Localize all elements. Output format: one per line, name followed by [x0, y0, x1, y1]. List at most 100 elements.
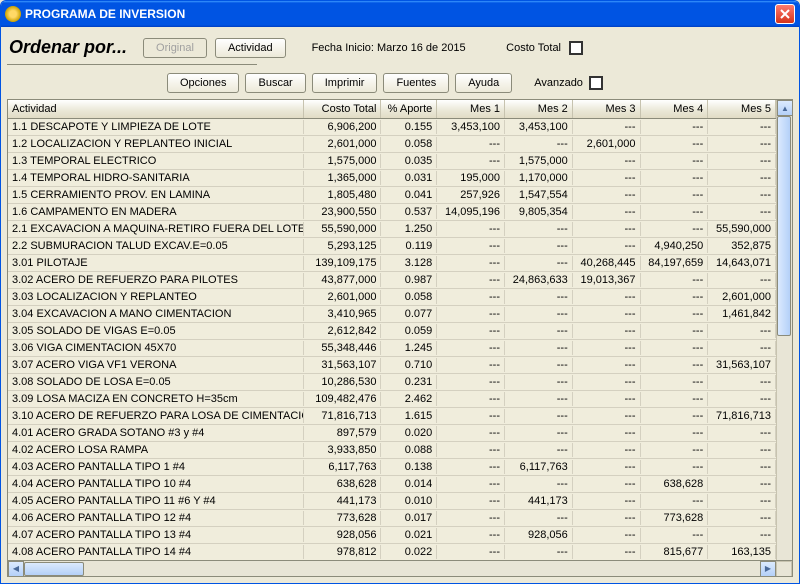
cell-m3[interactable]: --- [573, 307, 641, 321]
cell-ct[interactable]: 1,805,480 [304, 188, 382, 202]
cell-m2[interactable]: 928,056 [505, 528, 573, 542]
cell-m3[interactable]: --- [573, 171, 641, 185]
cell-a[interactable]: 4.06 ACERO PANTALLA TIPO 12 #4 [8, 511, 304, 525]
cell-m4[interactable]: 638,628 [641, 477, 709, 491]
cell-m4[interactable]: 815,677 [641, 545, 709, 559]
table-row[interactable]: 1.5 CERRAMIENTO PROV. EN LAMINA1,805,480… [8, 187, 776, 204]
ayuda-button[interactable]: Ayuda [455, 73, 512, 93]
cell-m1[interactable]: 195,000 [437, 171, 505, 185]
cell-a[interactable]: 3.06 VIGA CIMENTACION 45X70 [8, 341, 304, 355]
table-row[interactable]: 4.01 ACERO GRADA SOTANO #3 y #4897,5790.… [8, 425, 776, 442]
cell-ap[interactable]: 0.058 [381, 290, 437, 304]
cell-m1[interactable]: --- [437, 426, 505, 440]
cell-m1[interactable]: --- [437, 290, 505, 304]
cell-m1[interactable]: --- [437, 358, 505, 372]
cell-m3[interactable]: --- [573, 358, 641, 372]
cell-ct[interactable]: 55,590,000 [304, 222, 382, 236]
vertical-scrollbar[interactable]: ▲ [776, 100, 792, 560]
cell-m1[interactable]: --- [437, 409, 505, 423]
cell-m5[interactable]: --- [708, 511, 776, 525]
cell-m5[interactable]: 14,643,071 [708, 256, 776, 270]
table-row[interactable]: 3.01 PILOTAJE139,109,1753.128------40,26… [8, 255, 776, 272]
cell-m4[interactable]: --- [641, 426, 709, 440]
cell-m4[interactable]: 4,940,250 [641, 239, 709, 253]
cell-m3[interactable]: --- [573, 511, 641, 525]
cell-m4[interactable]: --- [641, 154, 709, 168]
cell-m5[interactable]: --- [708, 188, 776, 202]
cell-m1[interactable]: --- [437, 256, 505, 270]
cell-ct[interactable]: 31,563,107 [304, 358, 382, 372]
cell-m4[interactable]: --- [641, 409, 709, 423]
table-row[interactable]: 1.4 TEMPORAL HIDRO-SANITARIA1,365,0000.0… [8, 170, 776, 187]
cell-m2[interactable]: --- [505, 375, 573, 389]
cell-a[interactable]: 4.02 ACERO LOSA RAMPA [8, 443, 304, 457]
cell-m2[interactable]: --- [505, 290, 573, 304]
cell-ap[interactable]: 0.987 [381, 273, 437, 287]
cell-ap[interactable]: 0.022 [381, 545, 437, 559]
table-row[interactable]: 3.02 ACERO DE REFUERZO PARA PILOTES43,87… [8, 272, 776, 289]
cell-m5[interactable]: 352,875 [708, 239, 776, 253]
cell-m2[interactable]: --- [505, 324, 573, 338]
cell-m2[interactable]: --- [505, 341, 573, 355]
table-row[interactable]: 1.6 CAMPAMENTO EN MADERA23,900,5500.5371… [8, 204, 776, 221]
cell-m3[interactable]: --- [573, 477, 641, 491]
cell-ap[interactable]: 0.059 [381, 324, 437, 338]
cell-m3[interactable]: --- [573, 426, 641, 440]
cell-m3[interactable]: --- [573, 239, 641, 253]
cell-ap[interactable]: 1.615 [381, 409, 437, 423]
actividad-button[interactable]: Actividad [215, 38, 286, 58]
cell-m2[interactable]: --- [505, 443, 573, 457]
cell-m2[interactable]: --- [505, 256, 573, 270]
cell-ct[interactable]: 2,612,842 [304, 324, 382, 338]
cell-m1[interactable]: --- [437, 375, 505, 389]
cell-m5[interactable]: --- [708, 443, 776, 457]
cell-m4[interactable]: --- [641, 375, 709, 389]
vertical-scroll-thumb[interactable] [777, 116, 791, 336]
horizontal-scroll-thumb[interactable] [24, 562, 84, 576]
cell-m1[interactable]: --- [437, 494, 505, 508]
scroll-up-button[interactable]: ▲ [777, 100, 792, 116]
cell-a[interactable]: 1.6 CAMPAMENTO EN MADERA [8, 205, 304, 219]
cell-ct[interactable]: 5,293,125 [304, 239, 382, 253]
cell-m2[interactable]: --- [505, 392, 573, 406]
cell-m3[interactable]: --- [573, 120, 641, 134]
cell-m1[interactable]: --- [437, 273, 505, 287]
imprimir-button[interactable]: Imprimir [312, 73, 378, 93]
cell-m4[interactable]: 773,628 [641, 511, 709, 525]
cell-ct[interactable]: 928,056 [304, 528, 382, 542]
cell-a[interactable]: 1.3 TEMPORAL ELECTRICO [8, 154, 304, 168]
cell-m3[interactable]: --- [573, 341, 641, 355]
avanzado-checkbox[interactable] [589, 76, 603, 90]
cell-m1[interactable]: --- [437, 222, 505, 236]
cell-ap[interactable]: 0.031 [381, 171, 437, 185]
table-row[interactable]: 4.02 ACERO LOSA RAMPA3,933,8500.088-----… [8, 442, 776, 459]
opciones-button[interactable]: Opciones [167, 73, 239, 93]
cell-m4[interactable]: --- [641, 341, 709, 355]
cell-m2[interactable]: --- [505, 511, 573, 525]
cell-ap[interactable]: 0.138 [381, 460, 437, 474]
cell-m4[interactable]: --- [641, 273, 709, 287]
cell-m2[interactable]: 3,453,100 [505, 120, 573, 134]
table-row[interactable]: 3.04 EXCAVACION A MANO CIMENTACION3,410,… [8, 306, 776, 323]
table-row[interactable]: 3.09 LOSA MACIZA EN CONCRETO H=35cm109,4… [8, 391, 776, 408]
titlebar[interactable]: PROGRAMA DE INVERSION [1, 1, 799, 27]
cell-m2[interactable]: --- [505, 239, 573, 253]
cell-m5[interactable]: 1,461,842 [708, 307, 776, 321]
cell-ap[interactable]: 3.128 [381, 256, 437, 270]
cell-ct[interactable]: 773,628 [304, 511, 382, 525]
cell-ct[interactable]: 6,117,763 [304, 460, 382, 474]
cell-m2[interactable]: 441,173 [505, 494, 573, 508]
cell-ap[interactable]: 0.058 [381, 137, 437, 151]
cell-m2[interactable]: 9,805,354 [505, 205, 573, 219]
cell-ct[interactable]: 3,410,965 [304, 307, 382, 321]
cell-ct[interactable]: 10,286,530 [304, 375, 382, 389]
cell-m5[interactable]: --- [708, 460, 776, 474]
cell-ap[interactable]: 2.462 [381, 392, 437, 406]
table-row[interactable]: 4.06 ACERO PANTALLA TIPO 12 #4773,6280.0… [8, 510, 776, 527]
cell-a[interactable]: 3.08 SOLADO DE LOSA E=0.05 [8, 375, 304, 389]
cell-a[interactable]: 1.1 DESCAPOTE Y LIMPIEZA DE LOTE [8, 120, 304, 134]
cell-m2[interactable]: 24,863,633 [505, 273, 573, 287]
table-row[interactable]: 4.07 ACERO PANTALLA TIPO 13 #4928,0560.0… [8, 527, 776, 544]
cell-m1[interactable]: --- [437, 545, 505, 559]
cell-ct[interactable]: 43,877,000 [304, 273, 382, 287]
